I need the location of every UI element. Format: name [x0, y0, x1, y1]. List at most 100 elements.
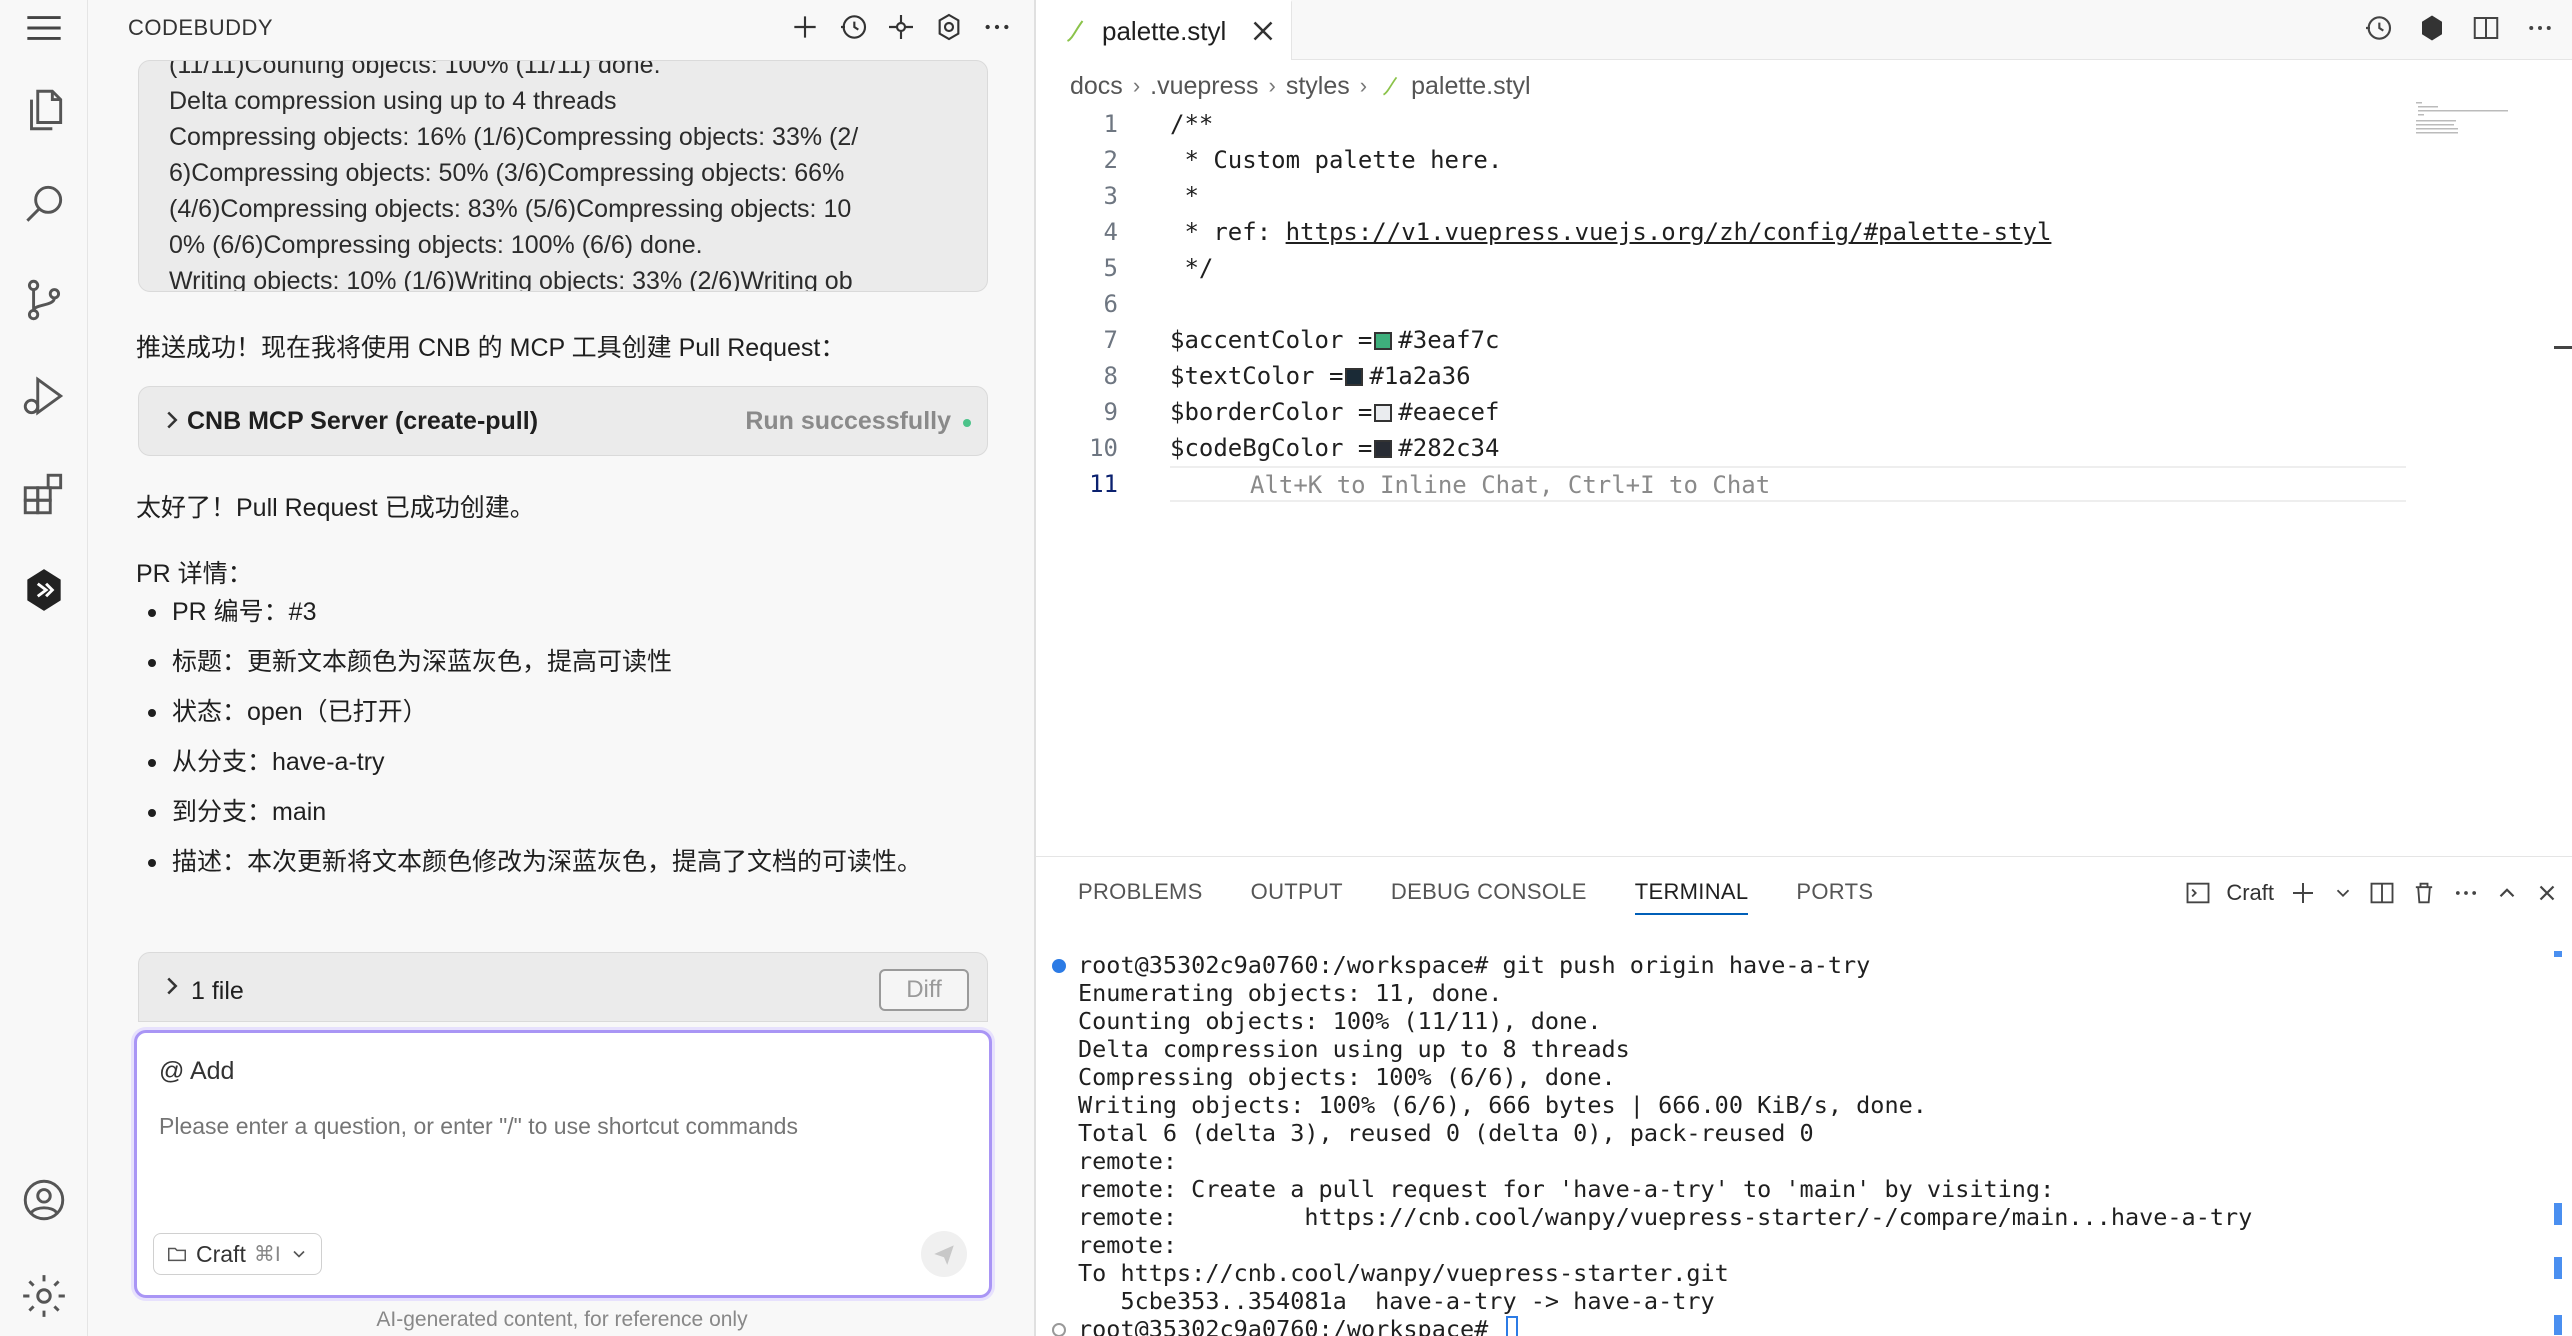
trash-icon[interactable] [2410, 875, 2438, 911]
code-text: $codeBgColor = #282c34 [1170, 430, 1499, 466]
variable-declaration: $accentColor = [1170, 326, 1373, 354]
terminal-output[interactable]: root@35302c9a0760:/workspace# git push o… [1052, 951, 2538, 1336]
git-output-line: (11/11)Counting objects: 100% (11/11) do… [169, 60, 661, 79]
maximize-panel-icon[interactable] [2494, 875, 2520, 911]
terminal-line: Counting objects: 100% (11/11), done. [1078, 1007, 2538, 1035]
more-icon[interactable] [2522, 8, 2558, 48]
prompt-input[interactable] [159, 1113, 959, 1140]
terminal-name[interactable]: Craft [2226, 875, 2274, 911]
editor: palette.styl docs › .vuepress › styles ›… [1036, 0, 2572, 856]
panel-tabs: PROBLEMS OUTPUT DEBUG CONSOLE TERMINAL PORTS [1078, 879, 1873, 915]
terminal-cursor [1506, 1316, 1519, 1336]
tab-output[interactable]: OUTPUT [1251, 879, 1343, 915]
menu-icon[interactable] [0, 0, 88, 72]
history-icon[interactable] [834, 8, 872, 46]
mcp-icon[interactable] [882, 8, 920, 46]
settings-icon[interactable] [930, 8, 968, 46]
chevron-down-icon[interactable] [2332, 875, 2354, 911]
terminal-line: remote: Create a pull request for 'have-… [1078, 1175, 2538, 1203]
command-status-dot-icon [1052, 1323, 1066, 1336]
account-icon[interactable] [0, 1156, 88, 1244]
terminal-text: root@35302c9a0760:/workspace# git push o… [1078, 951, 1871, 979]
command-status-dot-icon [1052, 959, 1066, 973]
chevron-right-icon: › [1268, 73, 1276, 98]
code-area[interactable]: 1/** 2 * Custom palette here. 3 * 4 * ref: … [1036, 106, 2456, 502]
tab-palette-styl[interactable]: palette.styl [1036, 0, 1292, 60]
tab-problems[interactable]: PROBLEMS [1078, 879, 1203, 915]
codebuddy-icon[interactable] [2414, 8, 2450, 48]
codebuddy-icon[interactable] [0, 546, 88, 634]
mode-select[interactable]: Craft ⌘I [153, 1233, 322, 1275]
color-value: #282c34 [1398, 434, 1500, 462]
breadcrumb-item[interactable]: palette.styl [1411, 72, 1531, 101]
color-value: #eaecef [1398, 398, 1500, 426]
new-terminal-icon[interactable] [2288, 875, 2318, 911]
chat-title: CODEBUDDY [128, 15, 274, 40]
extensions-icon[interactable] [0, 450, 88, 538]
terminal-text: remote: [1078, 1231, 1178, 1259]
scrollbar-marker [2554, 1203, 2562, 1225]
terminal-text: 5cbe353..354081a have-a-try -> have-a-tr… [1078, 1287, 1715, 1315]
minimap[interactable] [2376, 100, 2516, 160]
git-output-block: (11/11)Counting objects: 100% (11/11) do… [138, 60, 988, 292]
split-editor-icon[interactable] [2468, 8, 2504, 48]
search-icon[interactable] [0, 160, 88, 248]
pr-detail-item: 到分支：main [136, 792, 922, 842]
mode-label: Craft [196, 1240, 246, 1267]
more-icon[interactable] [978, 8, 1016, 46]
more-icon[interactable] [2452, 875, 2480, 911]
timeline-icon[interactable] [2360, 8, 2396, 48]
terminal-icon [2184, 875, 2212, 911]
variable-declaration: $borderColor = [1170, 398, 1373, 426]
settings-icon[interactable] [0, 1252, 88, 1336]
add-icon[interactable] [786, 8, 824, 46]
close-panel-icon[interactable] [2534, 875, 2560, 911]
terminal-text: Delta compression using up to 8 threads [1078, 1035, 1630, 1063]
breadcrumb-item[interactable]: .vuepress [1150, 72, 1258, 101]
tool-call-card[interactable]: CNB MCP Server (create-pull) Run success… [138, 386, 988, 456]
tab-debug-console[interactable]: DEBUG CONSOLE [1391, 879, 1587, 915]
pr-heading: PR 详情： [136, 560, 253, 588]
terminal-text: remote: Create a pull request for 'have-… [1078, 1175, 2055, 1203]
explorer-icon[interactable] [0, 66, 88, 154]
git-output-line: Delta compression using up to 4 threads [169, 87, 617, 115]
bottom-panel: PROBLEMS OUTPUT DEBUG CONSOLE TERMINAL PORTS… [1036, 856, 2572, 1336]
terminal-line: root@35302c9a0760:/workspace# git push o… [1052, 951, 2538, 979]
terminal-line: remote: [1078, 1231, 2538, 1259]
terminal-text: Compressing objects: 100% (6/6), done. [1078, 1063, 1616, 1091]
line-number: 10 [1089, 434, 1118, 462]
run-debug-icon[interactable] [0, 352, 88, 440]
code-content: * Custom palette here. [1170, 146, 1503, 174]
diff-button[interactable]: Diff [879, 969, 969, 1011]
color-swatch[interactable] [1374, 440, 1393, 458]
disclaimer: AI-generated content, for reference only [376, 1308, 748, 1331]
breadcrumb-item[interactable]: styles [1286, 72, 1350, 101]
code-text: $accentColor = #3eaf7c [1170, 322, 1499, 358]
color-swatch[interactable] [1374, 404, 1393, 422]
line-number: 5 [1103, 254, 1118, 282]
send-button[interactable] [921, 1231, 967, 1277]
close-icon[interactable] [1246, 14, 1280, 48]
mode-shortcut: ⌘I [253, 1242, 281, 1266]
color-value: #3eaf7c [1398, 326, 1500, 354]
changed-files-bar[interactable]: 1 file Diff [138, 952, 988, 1022]
breadcrumb: docs › .vuepress › styles › palette.styl [1070, 68, 1531, 104]
line-number: 2 [1103, 146, 1118, 174]
code-line: 3 * [1036, 178, 2456, 214]
code-link[interactable]: https://v1.vuepress.vuejs.org/zh/config/… [1286, 218, 2052, 246]
chat-panel: CODEBUDDY (11/11)Counting objects: 100% … [88, 0, 1036, 1336]
git-output-line: 6)Compressing objects: 50% (3/6)Compress… [169, 159, 845, 187]
tab-terminal[interactable]: TERMINAL [1634, 879, 1749, 915]
tab-ports[interactable]: PORTS [1796, 879, 1873, 915]
color-swatch[interactable] [1374, 332, 1393, 350]
color-swatch[interactable] [1345, 368, 1364, 386]
stylus-file-icon [1383, 76, 1398, 96]
code-line: 4 * ref: https://v1.vuepress.vuejs.org/z… [1036, 214, 2456, 250]
breadcrumb-item[interactable]: docs [1070, 72, 1123, 101]
source-control-icon[interactable] [0, 256, 88, 344]
code-line: 8 $textColor = #1a2a36 [1036, 358, 2456, 394]
add-context-button[interactable]: @ Add [159, 1057, 234, 1086]
code-line: 5 */ [1036, 250, 2456, 286]
split-terminal-icon[interactable] [2368, 875, 2396, 911]
line-number: 7 [1103, 326, 1118, 354]
